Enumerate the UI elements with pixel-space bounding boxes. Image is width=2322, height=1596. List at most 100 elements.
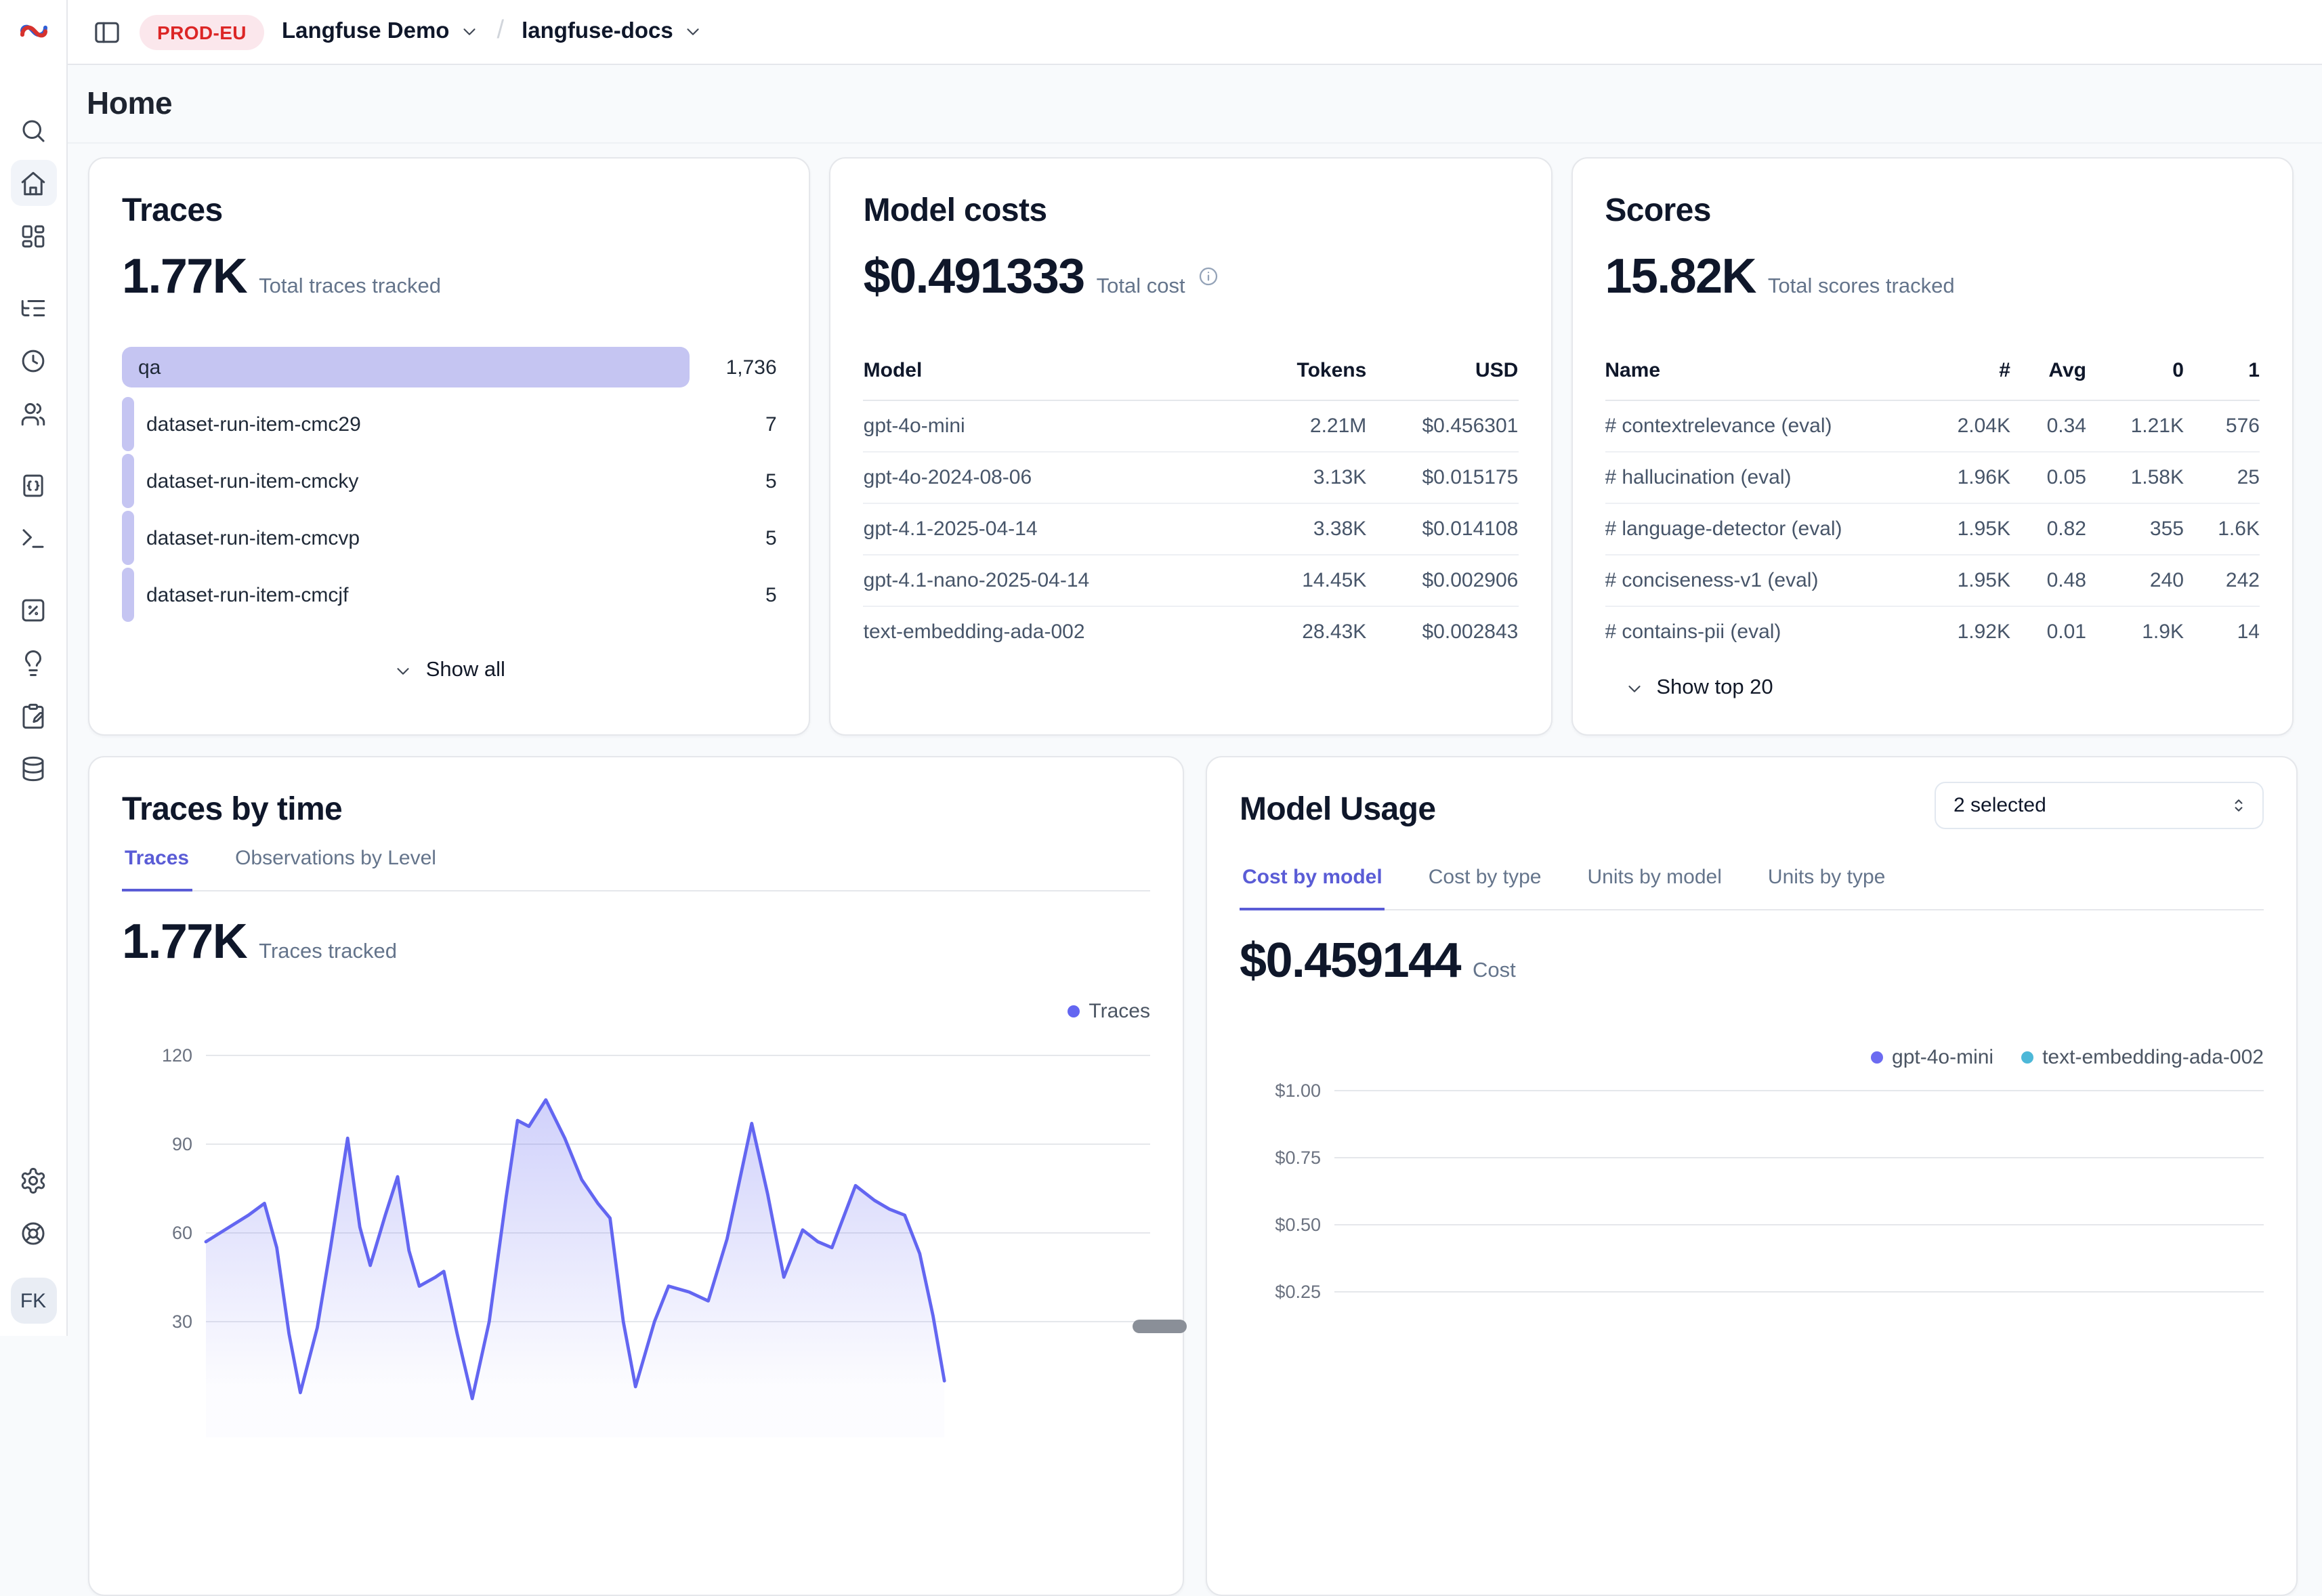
sidebar-item-prompts[interactable]: [10, 462, 56, 508]
show-top-label: Show top 20: [1656, 676, 1773, 700]
sidebar-item-settings[interactable]: [10, 1157, 56, 1203]
table-cell: gpt-4.1-2025-04-14: [864, 518, 1242, 541]
column-header: Avg: [2010, 359, 2086, 382]
legend-dot: [1067, 1005, 1079, 1017]
trace-bar-area: qa: [122, 339, 690, 396]
tab-observations-by-level[interactable]: Observations by Level: [232, 847, 439, 891]
table-cell: # contains-pii (eval): [1605, 621, 1924, 644]
table-cell: 1.96K: [1924, 466, 2010, 489]
svg-text:$0.75: $0.75: [1275, 1148, 1321, 1168]
tab-units-by-model[interactable]: Units by model: [1584, 866, 1724, 910]
sidebar-item-annotation[interactable]: [10, 692, 56, 738]
column-header: #: [1924, 359, 2010, 382]
topbar: PROD-EU Langfuse Demo / langfuse-docs: [68, 0, 2322, 65]
score-row: # contains-pii (eval)1.92K0.011.9K14: [1605, 607, 2260, 657]
table-cell: 2.04K: [1924, 415, 2010, 438]
score-row: # contextrelevance (eval)2.04K0.341.21K5…: [1605, 401, 2260, 453]
legend-item-text-embedding-ada-002[interactable]: text-embedding-ada-002: [2021, 1046, 2264, 1069]
sidebar-item-users[interactable]: [10, 390, 56, 436]
horizontal-scrollbar-thumb[interactable]: [1133, 1320, 1187, 1333]
sidebar-item-support[interactable]: [10, 1210, 56, 1256]
chevron-down-icon: [683, 22, 703, 42]
legend-label: Traces: [1089, 1000, 1150, 1023]
show-top-20-button[interactable]: Show top 20: [1624, 676, 1773, 700]
table-cell: 576: [2184, 415, 2260, 438]
org-switcher[interactable]: Langfuse Demo: [282, 19, 480, 45]
table-cell: gpt-4o-2024-08-06: [864, 466, 1242, 489]
table-cell: 0.34: [2010, 415, 2086, 438]
tab-cost-by-type[interactable]: Cost by type: [1426, 866, 1544, 910]
clock-icon: [19, 346, 47, 375]
trace-bar: [122, 397, 134, 451]
metric-description: Cost: [1473, 959, 1516, 984]
column-header: Model: [864, 359, 1242, 382]
sidebar-item-datasets[interactable]: [10, 745, 56, 791]
langfuse-logo[interactable]: [17, 15, 49, 47]
table-cell: gpt-4.1-nano-2025-04-14: [864, 569, 1242, 592]
square-percent-icon: [19, 595, 47, 624]
model-select-dropdown[interactable]: 2 selected: [1935, 782, 2264, 829]
table-cell: 14.45K: [1242, 569, 1366, 592]
table-cell: $0.014108: [1366, 518, 1518, 541]
metric-description: Total scores tracked: [1768, 275, 1955, 299]
database-icon: [19, 754, 47, 782]
chevrons-up-down-icon: [2229, 795, 2249, 816]
sidebar-item-tracing[interactable]: [10, 285, 56, 331]
table-cell: 0.01: [2010, 621, 2086, 644]
trace-label: qa: [138, 356, 161, 379]
model-costs-table: ModelTokensUSDgpt-4o-mini2.21M$0.456301g…: [864, 345, 1519, 657]
sidebar-toggle-button[interactable]: [92, 17, 122, 47]
show-all-button[interactable]: Show all: [394, 658, 505, 683]
sidebar-item-insights[interactable]: [10, 639, 56, 686]
layout-dashboard-icon: [19, 222, 47, 250]
column-header: Name: [1605, 359, 1924, 382]
tab-cost-by-model[interactable]: Cost by model: [1240, 866, 1385, 910]
svg-text:30: 30: [172, 1311, 192, 1332]
tab-units-by-type[interactable]: Units by type: [1765, 866, 1888, 910]
table-header: ModelTokensUSD: [864, 345, 1519, 401]
sidebar-item-evaluations[interactable]: [10, 587, 56, 633]
legend-item-gpt-4o-mini[interactable]: gpt-4o-mini: [1870, 1046, 1993, 1069]
table-cell: 3.38K: [1242, 518, 1366, 541]
score-row: # hallucination (eval)1.96K0.051.58K25: [1605, 453, 2260, 504]
user-avatar[interactable]: FK: [10, 1278, 56, 1324]
page-title: Home: [87, 85, 172, 122]
sidebar-item-sessions[interactable]: [10, 337, 56, 383]
metric-value: $0.491333: [864, 248, 1084, 305]
model-costs-metric: $0.491333 Total cost: [864, 248, 1519, 305]
table-cell: text-embedding-ada-002: [864, 621, 1242, 644]
trace-list-item[interactable]: dataset-run-item-cmcky5: [122, 453, 777, 509]
trace-value: 5: [765, 526, 777, 549]
model-usage-tabs: Cost by model Cost by type Units by model U…: [1240, 866, 2264, 910]
sidebar-item-search[interactable]: [10, 107, 56, 153]
table-cell: 0.82: [2010, 518, 2086, 541]
sidebar-item-playground[interactable]: [10, 515, 56, 561]
info-icon[interactable]: [1198, 266, 1219, 287]
project-switcher[interactable]: langfuse-docs: [522, 19, 703, 45]
metric-description: Total cost: [1097, 275, 1185, 299]
tab-traces[interactable]: Traces: [122, 847, 192, 891]
svg-text:120: 120: [162, 1045, 192, 1066]
trace-bar: [122, 511, 134, 565]
trace-bar-area: dataset-run-item-cmc29: [122, 396, 690, 453]
legend-dot: [1870, 1051, 1882, 1064]
trace-list-item[interactable]: dataset-run-item-cmcjf5: [122, 566, 777, 623]
table-cell: # contextrelevance (eval): [1605, 415, 1924, 438]
environment-badge: PROD-EU: [140, 14, 264, 49]
metric-value: $0.459144: [1240, 932, 1460, 989]
svg-text:60: 60: [172, 1223, 192, 1243]
sidebar-item-home[interactable]: [10, 160, 56, 206]
metric-description: Traces tracked: [259, 940, 397, 965]
column-header: Tokens: [1242, 359, 1366, 382]
trace-list-item[interactable]: dataset-run-item-cmc297: [122, 396, 777, 453]
table-cell: 2.21M: [1242, 415, 1366, 438]
table-cell: gpt-4o-mini: [864, 415, 1242, 438]
trace-list-item[interactable]: qa1,736: [122, 339, 777, 396]
trace-list-item[interactable]: dataset-run-item-cmcvp5: [122, 509, 777, 566]
legend-item-traces[interactable]: Traces: [1067, 1000, 1150, 1023]
score-row: # conciseness-v1 (eval)1.95K0.48240242: [1605, 555, 2260, 607]
sidebar-bottom: FK: [10, 1150, 56, 1336]
card-title: Scores: [1605, 191, 2260, 232]
list-tree-icon: [19, 293, 47, 322]
sidebar-item-dashboards[interactable]: [10, 213, 56, 259]
